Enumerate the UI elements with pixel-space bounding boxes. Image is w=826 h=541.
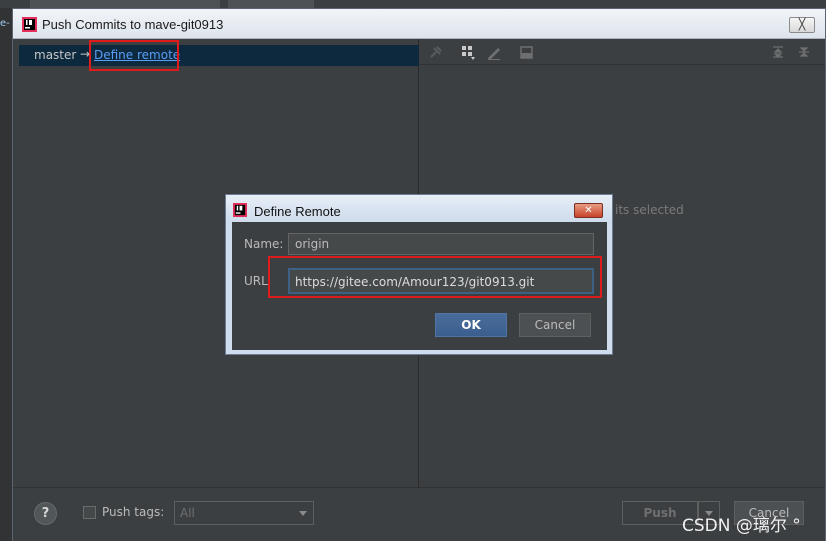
intellij-app-icon	[22, 17, 37, 32]
no-commits-selected-text: its selected	[615, 203, 684, 217]
dialog-titlebar: Push Commits to mave-git0913 ╳	[13, 9, 825, 39]
details-toolbar	[420, 39, 825, 65]
modal-title: Define Remote	[254, 204, 341, 219]
highlight-box	[89, 40, 179, 71]
ok-button[interactable]: OK	[435, 313, 507, 337]
collapse-all-icon[interactable]	[796, 44, 812, 60]
remote-url-input[interactable]: https://gitee.com/Amour123/git0913.git	[288, 268, 594, 294]
push-tags-checkbox[interactable]	[83, 506, 96, 519]
modal-body: Name: origin URL https://gitee.com/Amour…	[232, 222, 607, 350]
tags-combo-value: All	[180, 506, 195, 520]
modal-titlebar: Define Remote ✕	[226, 195, 612, 221]
modal-cancel-button[interactable]: Cancel	[519, 313, 591, 337]
push-tags-label: Push tags:	[102, 505, 165, 519]
pin-icon[interactable]	[428, 44, 444, 60]
remote-name-input[interactable]: origin	[288, 233, 594, 255]
url-label: URL	[244, 274, 268, 288]
background-text: e-	[0, 18, 10, 29]
background-gutter: e-	[0, 8, 12, 541]
tags-combo[interactable]: All	[174, 501, 314, 525]
dialog-close-button[interactable]: ╳	[789, 17, 815, 33]
edit-icon[interactable]	[486, 44, 502, 60]
group-icon[interactable]	[460, 44, 476, 60]
watermark: CSDN @璃尔 °	[682, 516, 801, 536]
background-tab-strip	[0, 0, 826, 8]
branch-name: master	[34, 48, 77, 62]
preview-icon[interactable]	[518, 44, 534, 60]
background-tab	[228, 0, 314, 8]
branch-row[interactable]: master → Define remote	[19, 45, 419, 66]
define-remote-dialog: Define Remote ✕ Name: origin URL https:/…	[225, 194, 613, 355]
name-label: Name:	[244, 237, 284, 251]
help-button[interactable]: ?	[34, 502, 57, 525]
chevron-down-icon	[299, 511, 307, 516]
modal-close-button[interactable]: ✕	[574, 203, 603, 218]
background-tab	[30, 0, 220, 8]
expand-all-icon[interactable]	[770, 44, 786, 60]
intellij-app-icon	[233, 203, 247, 217]
dialog-title: Push Commits to mave-git0913	[42, 17, 224, 32]
